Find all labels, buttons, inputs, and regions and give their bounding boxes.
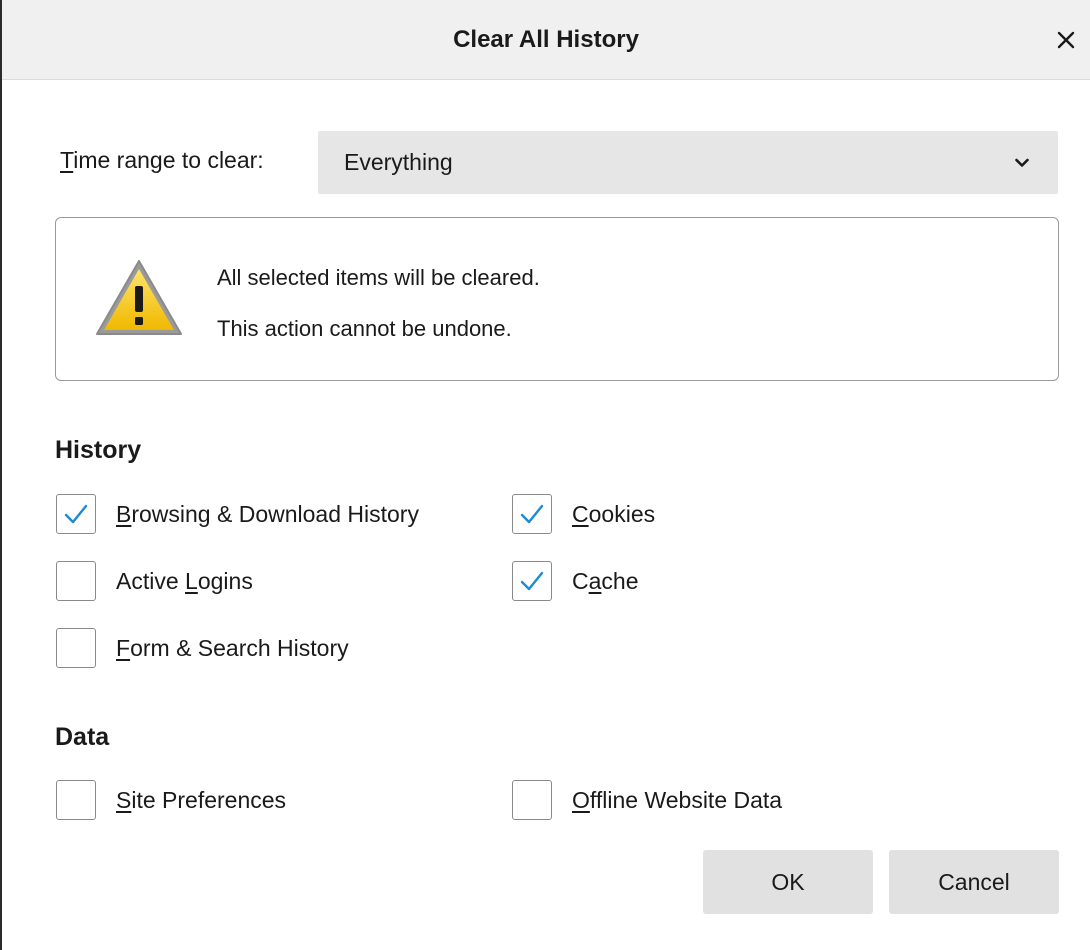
- checkbox-label: Active Logins: [116, 567, 253, 594]
- checkbox-form-search-history[interactable]: Form & Search History: [56, 627, 349, 669]
- dialog-title: Clear All History: [453, 26, 639, 53]
- data-heading: Data: [55, 723, 110, 751]
- cancel-button[interactable]: Cancel: [889, 850, 1059, 914]
- time-range-selected-value: Everything: [344, 149, 453, 175]
- checkbox-cookies[interactable]: Cookies: [512, 493, 655, 535]
- checkbox-label: Offline Website Data: [572, 786, 783, 813]
- checkmark-icon: [64, 504, 88, 524]
- checkbox-label: Site Preferences: [116, 786, 287, 813]
- checkbox-box[interactable]: [56, 561, 96, 601]
- close-button[interactable]: [1048, 20, 1084, 60]
- checkmark-icon: [520, 571, 544, 591]
- time-range-label: Time range to clear:: [60, 147, 264, 174]
- checkbox-cache[interactable]: Cache: [512, 560, 639, 602]
- warning-icon: [96, 260, 182, 335]
- checkbox-browsing-download-history[interactable]: Browsing & Download History: [56, 493, 419, 535]
- checkbox-label: Form & Search History: [116, 634, 349, 661]
- time-range-label-text: ime range to clear:: [73, 147, 264, 173]
- checkbox-label: Browsing & Download History: [116, 500, 419, 527]
- checkbox-box[interactable]: [512, 494, 552, 534]
- chevron-down-icon: [1015, 158, 1029, 167]
- history-heading: History: [55, 436, 142, 464]
- warning-text-line2: This action cannot be undone.: [217, 316, 512, 341]
- checkbox-box[interactable]: [512, 561, 552, 601]
- time-range-label-accesskey: T: [60, 147, 74, 173]
- title-bar: Clear All History: [2, 0, 1090, 80]
- checkbox-site-preferences[interactable]: Site Preferences: [56, 779, 286, 821]
- ok-button[interactable]: OK: [703, 850, 873, 914]
- checkmark-icon: [520, 504, 544, 524]
- checkbox-active-logins[interactable]: Active Logins: [56, 560, 253, 602]
- checkbox-offline-website-data[interactable]: Offline Website Data: [512, 779, 782, 821]
- checkbox-label: Cookies: [572, 500, 656, 527]
- checkbox-box[interactable]: [56, 494, 96, 534]
- warning-box: All selected items will be cleared. This…: [55, 217, 1059, 381]
- time-range-select[interactable]: Everything: [318, 131, 1058, 194]
- checkbox-box[interactable]: [56, 780, 96, 820]
- clear-history-dialog: Clear All History Time range to clear: E…: [0, 0, 1090, 950]
- checkbox-box[interactable]: [56, 628, 96, 668]
- checkbox-box[interactable]: [512, 780, 552, 820]
- close-icon: [1057, 31, 1075, 49]
- checkbox-label: Cache: [572, 567, 639, 594]
- warning-text-line1: All selected items will be cleared.: [217, 265, 540, 290]
